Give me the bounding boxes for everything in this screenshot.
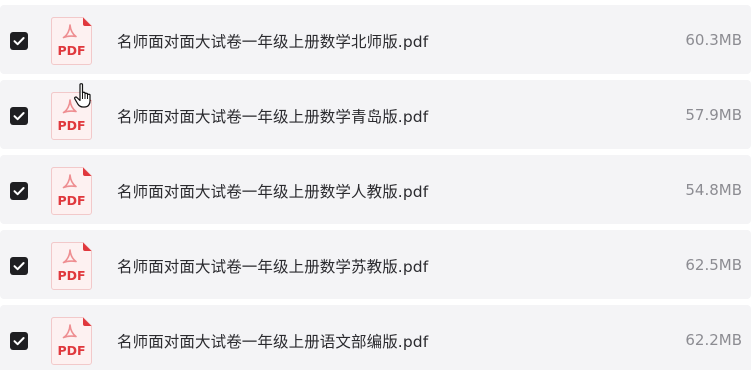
pdf-icon-label: PDF [57, 343, 85, 358]
pdf-file-icon: PDF [50, 166, 93, 216]
file-row[interactable]: PDF 名师面对面大试卷一年级上册数学苏教版.pdf 62.5MB [0, 230, 751, 299]
file-name[interactable]: 名师面对面大试卷一年级上册数学人教版.pdf [117, 180, 428, 202]
file-row[interactable]: PDF 名师面对面大试卷一年级上册数学青岛版.pdf 57.9MB [0, 80, 751, 149]
file-name[interactable]: 名师面对面大试卷一年级上册语文部编版.pdf [117, 330, 428, 352]
file-name[interactable]: 名师面对面大试卷一年级上册数学北师版.pdf [117, 30, 428, 52]
checkmark-icon [13, 187, 25, 196]
file-size: 54.8MB [685, 181, 742, 199]
checkbox-checked[interactable] [10, 107, 28, 125]
file-list: PDF 名师面对面大试卷一年级上册数学北师版.pdf 60.3MB PDF 名师… [0, 0, 751, 370]
checkmark-icon [13, 37, 25, 46]
checkbox-checked[interactable] [10, 332, 28, 350]
file-size: 62.2MB [685, 331, 742, 349]
pdf-icon-label: PDF [57, 43, 85, 58]
pdf-file-icon: PDF [50, 316, 93, 366]
checkbox-checked[interactable] [10, 32, 28, 50]
file-row[interactable]: PDF 名师面对面大试卷一年级上册数学北师版.pdf 60.3MB [0, 5, 751, 74]
file-size: 62.5MB [685, 256, 742, 274]
pdf-file-icon: PDF [50, 241, 93, 291]
pdf-icon-label: PDF [57, 268, 85, 283]
checkmark-icon [13, 262, 25, 271]
checkmark-icon [13, 112, 25, 121]
file-name[interactable]: 名师面对面大试卷一年级上册数学苏教版.pdf [117, 255, 428, 277]
file-row[interactable]: PDF 名师面对面大试卷一年级上册语文部编版.pdf 62.2MB [0, 305, 751, 370]
file-row[interactable]: PDF 名师面对面大试卷一年级上册数学人教版.pdf 54.8MB [0, 155, 751, 224]
pdf-file-icon: PDF [50, 91, 93, 141]
checkbox-checked[interactable] [10, 257, 28, 275]
file-name[interactable]: 名师面对面大试卷一年级上册数学青岛版.pdf [117, 105, 428, 127]
file-size: 57.9MB [685, 106, 742, 124]
file-size: 60.3MB [685, 31, 742, 49]
pdf-icon-label: PDF [57, 118, 85, 133]
pdf-file-icon: PDF [50, 16, 93, 66]
pdf-icon-label: PDF [57, 193, 85, 208]
checkbox-checked[interactable] [10, 182, 28, 200]
checkmark-icon [13, 337, 25, 346]
